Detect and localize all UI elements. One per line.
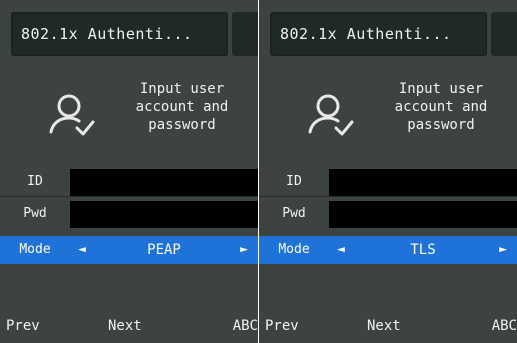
left-arrow-icon[interactable]: ◄ <box>337 236 345 264</box>
title-tab[interactable]: 802.1x Authenti... <box>11 12 228 56</box>
prompt-text: Input user account and password <box>120 80 244 134</box>
prompt-area: Input user account and password <box>259 58 517 166</box>
prompt-line: password <box>407 117 475 133</box>
next-tab-stub[interactable] <box>232 12 258 56</box>
prompt-text: Input user account and password <box>379 80 503 134</box>
id-row: ID <box>0 168 258 196</box>
prompt-line: Input user <box>398 81 484 97</box>
right-arrow-icon[interactable]: ► <box>499 236 507 264</box>
phone-screen-peap: 802.1x Authenti... Input user account an… <box>0 0 258 343</box>
right-arrow-icon[interactable]: ► <box>240 236 248 264</box>
softkey-bar: Prev Next ABC <box>259 314 517 343</box>
next-softkey[interactable]: Next <box>367 314 401 343</box>
user-check-icon <box>308 94 354 136</box>
id-input[interactable] <box>329 169 517 196</box>
divider <box>0 196 258 197</box>
mode-selector[interactable]: ◄ PEAP ► <box>70 236 258 264</box>
abc-softkey[interactable]: ABC <box>492 314 517 343</box>
pwd-label: Pwd <box>282 206 306 221</box>
pwd-row: Pwd <box>0 200 258 228</box>
mode-row[interactable]: Mode ◄ PEAP ► <box>0 236 258 264</box>
prev-softkey[interactable]: Prev <box>265 314 299 343</box>
mode-label: Mode <box>0 236 70 264</box>
mode-value: PEAP <box>147 242 181 258</box>
prompt-line: account and <box>394 99 488 115</box>
mode-row[interactable]: Mode ◄ TLS ► <box>259 236 517 264</box>
screen-title: 802.1x Authenti... <box>280 25 452 43</box>
mode-value: TLS <box>410 242 436 258</box>
left-arrow-icon[interactable]: ◄ <box>78 236 86 264</box>
abc-softkey[interactable]: ABC <box>233 314 258 343</box>
id-row: ID <box>259 168 517 196</box>
prompt-line: Input user <box>139 81 225 97</box>
next-softkey[interactable]: Next <box>108 314 142 343</box>
next-tab-stub[interactable] <box>491 12 517 56</box>
mode-selector[interactable]: ◄ TLS ► <box>329 236 517 264</box>
divider <box>259 196 517 197</box>
title-bar: 802.1x Authenti... <box>0 0 258 58</box>
id-input[interactable] <box>70 169 258 196</box>
title-bar: 802.1x Authenti... <box>259 0 517 58</box>
phone-screen-tls: 802.1x Authenti... Input user account an… <box>259 0 517 343</box>
id-label: ID <box>27 174 43 189</box>
id-label: ID <box>286 174 302 189</box>
prev-softkey[interactable]: Prev <box>6 314 40 343</box>
pwd-input[interactable] <box>70 201 258 228</box>
prompt-line: account and <box>135 99 229 115</box>
softkey-bar: Prev Next ABC <box>0 314 258 343</box>
prompt-line: password <box>148 117 216 133</box>
title-tab[interactable]: 802.1x Authenti... <box>270 12 487 56</box>
prompt-area: Input user account and password <box>0 58 258 166</box>
pwd-row: Pwd <box>259 200 517 228</box>
pwd-label: Pwd <box>23 206 47 221</box>
user-check-icon <box>49 94 95 136</box>
mode-label: Mode <box>259 236 329 264</box>
screen-title: 802.1x Authenti... <box>21 25 193 43</box>
pwd-input[interactable] <box>329 201 517 228</box>
